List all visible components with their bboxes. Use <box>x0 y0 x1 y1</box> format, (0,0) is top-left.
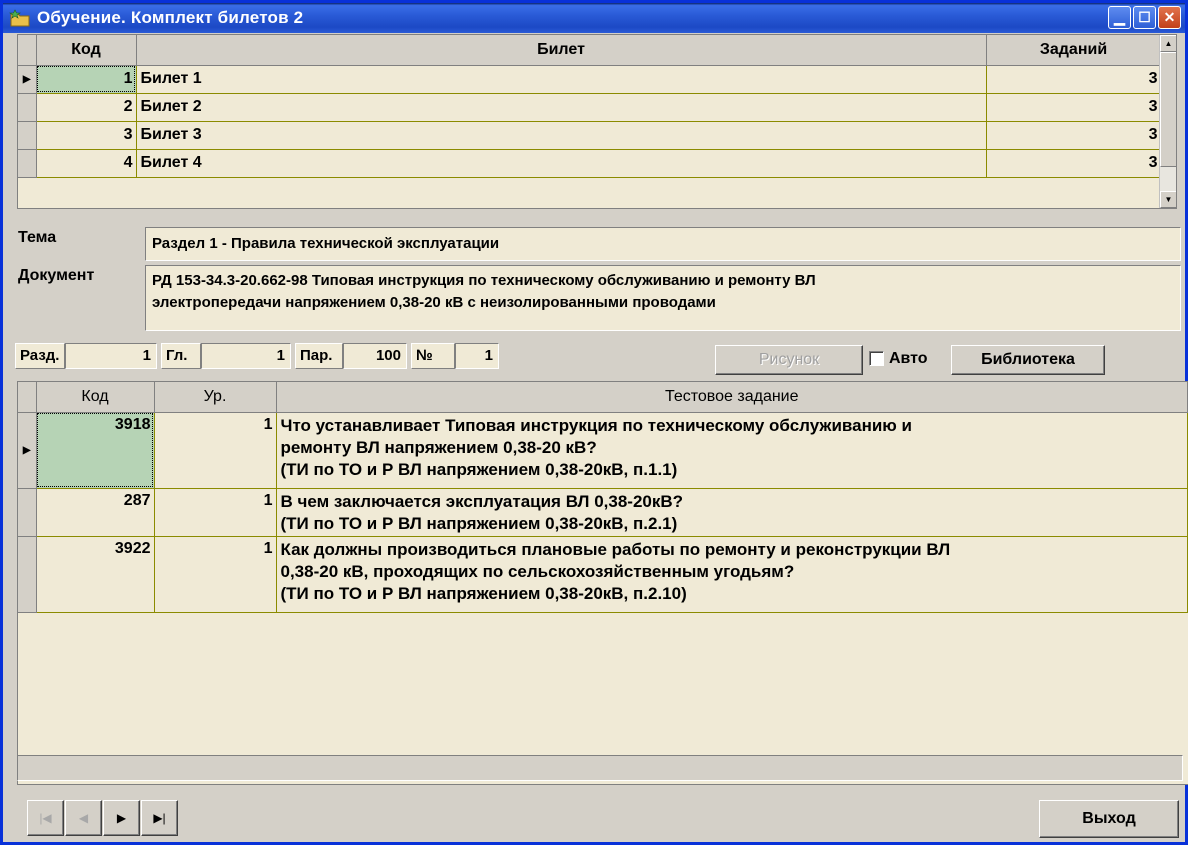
document-line-2: электропередачи напряжением 0,38-20 кВ с… <box>152 294 716 311</box>
first-record-button[interactable]: |◀ <box>27 800 64 836</box>
maximize-button[interactable]: ☐ <box>1133 6 1156 29</box>
picture-button[interactable]: Рисунок <box>715 345 863 375</box>
row-indicator-icon: ▶ <box>18 412 37 489</box>
chapter-label: Гл. <box>161 343 201 369</box>
document-label: Документ <box>18 267 95 284</box>
section-label: Разд. <box>15 343 65 369</box>
tasks-header-task[interactable]: Тестовое задание <box>276 382 1188 413</box>
ticket-name-cell[interactable]: Билет 4 <box>136 149 987 178</box>
auto-checkbox[interactable] <box>869 351 884 366</box>
ticket-code-cell[interactable]: 3 <box>36 121 137 150</box>
first-record-icon: |◀ <box>39 811 52 825</box>
minimize-icon: ▁ <box>1114 9 1125 25</box>
close-button[interactable]: ✕ <box>1158 6 1181 29</box>
minimize-button[interactable]: ▁ <box>1108 6 1131 29</box>
status-bar <box>17 755 1183 781</box>
ticket-name-cell[interactable]: Билет 2 <box>136 93 987 122</box>
task-level-cell[interactable]: 1 <box>154 536 277 613</box>
last-record-icon: ▶| <box>153 811 166 825</box>
ticket-name-cell[interactable]: Билет 1 <box>136 65 987 94</box>
ticket-name-cell[interactable]: Билет 3 <box>136 121 987 150</box>
tickets-header-ticket[interactable]: Билет <box>136 35 987 66</box>
document-field[interactable]: РД 153-34.3-20.662-98 Типовая инструкция… <box>145 265 1181 331</box>
scroll-up-icon: ▲ <box>1164 39 1173 48</box>
close-icon: ✕ <box>1163 9 1176 25</box>
prior-record-icon: ◀ <box>78 811 89 825</box>
paragraph-field[interactable]: 100 <box>343 343 407 369</box>
tasks-grid-indicator-header <box>18 382 37 413</box>
ticket-tasks-cell[interactable]: 3 <box>986 65 1162 94</box>
tasks-header-code[interactable]: Код <box>36 382 155 413</box>
ticket-tasks-cell[interactable]: 3 <box>986 149 1162 178</box>
task-code-cell[interactable]: 287 <box>36 488 155 537</box>
document-line-1: РД 153-34.3-20.662-98 Типовая инструкция… <box>152 272 816 289</box>
prior-record-button[interactable]: ◀ <box>65 800 102 836</box>
main-window: Обучение. Комплект билетов 2 ▁ ☐ ✕ Код Б… <box>0 0 1188 845</box>
topic-label: Тема <box>18 229 57 246</box>
maximize-icon: ☐ <box>1138 9 1151 25</box>
scroll-down-button[interactable]: ▼ <box>1160 191 1176 208</box>
scroll-thumb[interactable] <box>1160 52 1176 167</box>
last-record-button[interactable]: ▶| <box>141 800 178 836</box>
task-code-cell[interactable]: 3918 <box>36 412 155 489</box>
task-level-cell[interactable]: 1 <box>154 412 277 489</box>
table-row[interactable]: 4 Билет 4 3 <box>18 149 1162 178</box>
auto-label[interactable]: Авто <box>887 350 928 368</box>
tickets-header-tasks[interactable]: Заданий <box>986 35 1162 66</box>
tasks-header-level[interactable]: Ур. <box>154 382 277 413</box>
tickets-header-code[interactable]: Код <box>36 35 137 66</box>
scroll-down-icon: ▼ <box>1164 195 1173 204</box>
window-title: Обучение. Комплект билетов 2 <box>37 8 304 27</box>
ticket-tasks-cell[interactable]: 3 <box>986 93 1162 122</box>
table-row[interactable]: ▶ 3918 1 Что устанавливает Типовая инстр… <box>18 412 1188 489</box>
table-row[interactable]: 3 Билет 3 3 <box>18 121 1162 150</box>
task-text-cell[interactable]: Что устанавливает Типовая инструкция по … <box>276 412 1188 489</box>
task-code-cell[interactable]: 3922 <box>36 536 155 613</box>
title-bar[interactable]: Обучение. Комплект билетов 2 ▁ ☐ ✕ <box>3 3 1185 33</box>
ticket-code-cell[interactable]: 1 <box>36 65 137 94</box>
tickets-grid[interactable]: Код Билет Заданий ▶ 1 Билет 1 3 2 Билет … <box>17 34 1177 209</box>
exit-button[interactable]: Выход <box>1039 800 1179 838</box>
library-button[interactable]: Библиотека <box>951 345 1105 375</box>
table-row[interactable]: 3922 1 Как должны производиться плановые… <box>18 536 1188 613</box>
ticket-code-cell[interactable]: 2 <box>36 93 137 122</box>
chapter-field[interactable]: 1 <box>201 343 291 369</box>
tickets-scrollbar[interactable]: ▲ ▼ <box>1159 35 1176 208</box>
tickets-grid-indicator-header <box>18 35 37 66</box>
next-record-icon: ▶ <box>116 811 127 825</box>
paragraph-label: Пар. <box>295 343 343 369</box>
scroll-up-button[interactable]: ▲ <box>1160 35 1176 52</box>
task-text-cell[interactable]: В чем заключается эксплуатация ВЛ 0,38-2… <box>276 488 1188 537</box>
number-field[interactable]: 1 <box>455 343 499 369</box>
table-row[interactable]: 2 Билет 2 3 <box>18 93 1162 122</box>
ticket-tasks-cell[interactable]: 3 <box>986 121 1162 150</box>
table-row[interactable]: 287 1 В чем заключается эксплуатация ВЛ … <box>18 488 1188 537</box>
table-row[interactable]: ▶ 1 Билет 1 3 <box>18 65 1162 94</box>
topic-field[interactable]: Раздел 1 - Правила технической эксплуата… <box>145 227 1181 261</box>
task-text-cell[interactable]: Как должны производиться плановые работы… <box>276 536 1188 613</box>
section-field[interactable]: 1 <box>65 343 157 369</box>
next-record-button[interactable]: ▶ <box>103 800 140 836</box>
ticket-code-cell[interactable]: 4 <box>36 149 137 178</box>
tasks-grid[interactable]: Код Ур. Тестовое задание ▶ 3918 1 Что ус… <box>17 381 1188 785</box>
folder-star-icon <box>9 9 30 27</box>
row-indicator-icon: ▶ <box>18 65 37 94</box>
task-level-cell[interactable]: 1 <box>154 488 277 537</box>
number-label: № <box>411 343 455 369</box>
